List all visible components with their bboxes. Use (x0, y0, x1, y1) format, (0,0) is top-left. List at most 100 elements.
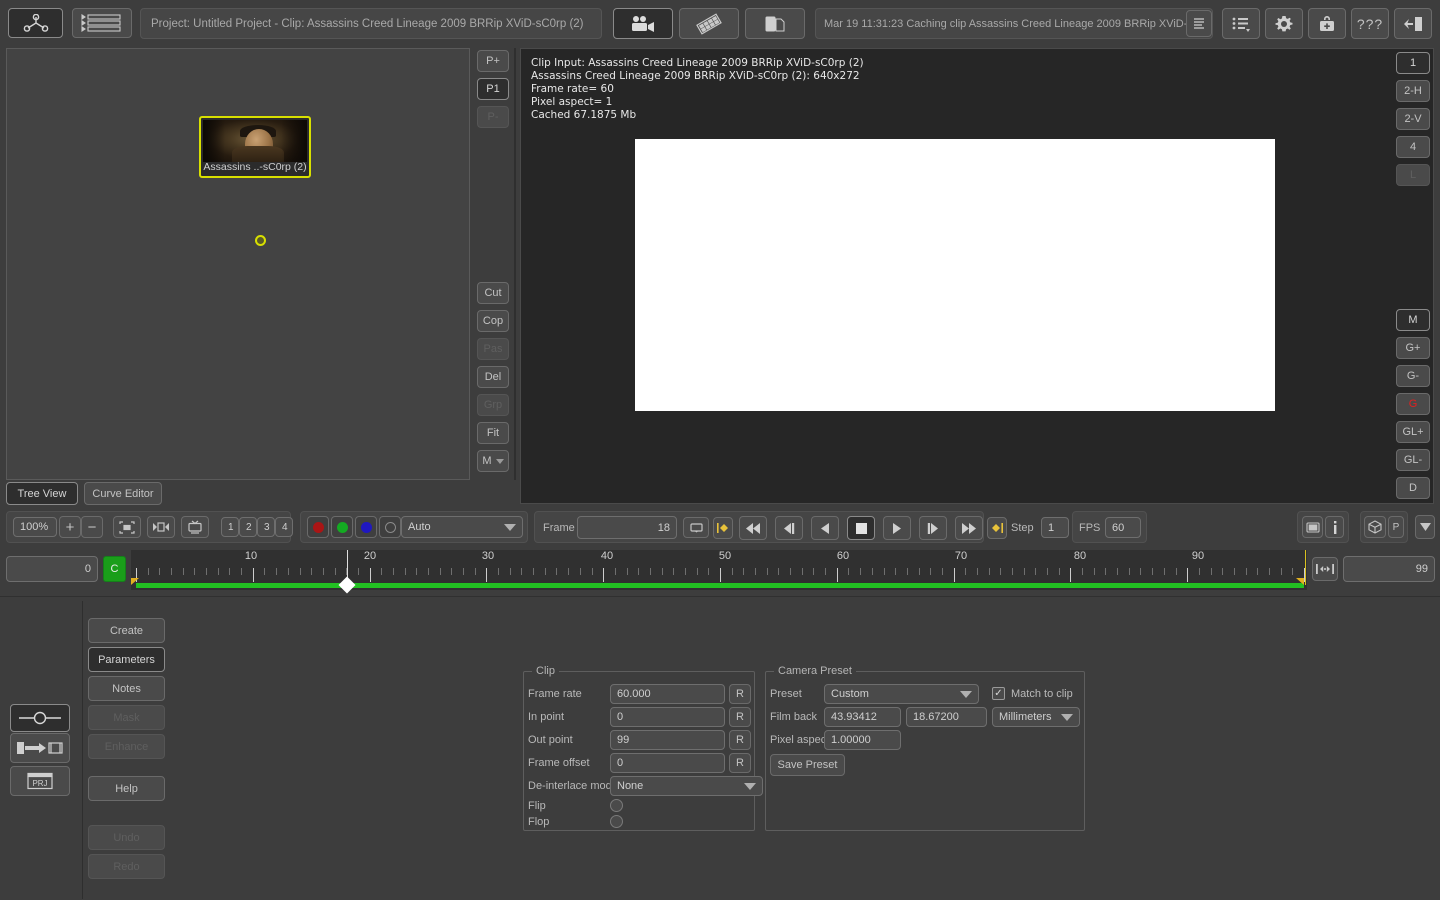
caret-down-icon[interactable] (1415, 515, 1435, 539)
channel-btn-glminus[interactable]: GL- (1396, 449, 1430, 471)
view-preset-3[interactable]: 3 (257, 517, 275, 537)
zoom-value[interactable]: 100% (13, 517, 57, 537)
cube-icon[interactable] (1364, 516, 1386, 538)
channel-btn-g-red[interactable]: G (1396, 393, 1430, 415)
channel-btn-gminus[interactable]: G- (1396, 365, 1430, 387)
auto-mode-select[interactable]: Auto (401, 516, 523, 538)
out-point-reset[interactable]: R (729, 730, 751, 750)
play-reverse-button[interactable] (811, 516, 839, 540)
bag-plus-icon[interactable] (1308, 8, 1346, 39)
project-slate-icon[interactable]: PRJ (10, 766, 70, 796)
frame-offset-reset[interactable]: R (729, 753, 751, 773)
frame-rate-reset[interactable]: R (729, 684, 751, 704)
frame-rate-input[interactable]: 60.000 (610, 684, 725, 704)
text-lines-icon[interactable] (1186, 10, 1212, 37)
key-left-icon[interactable] (713, 517, 733, 539)
tab-tree-view[interactable]: Tree View (6, 482, 78, 505)
channel-btn-glplus[interactable]: GL+ (1396, 421, 1430, 443)
node-btn-p-plus[interactable]: P+ (477, 50, 509, 72)
timeline-out-marker[interactable] (1296, 578, 1304, 585)
view-preset-4[interactable]: 4 (275, 517, 293, 537)
notes-button[interactable]: Notes (88, 676, 165, 701)
list-dropdown-icon[interactable] (1222, 8, 1260, 39)
film-back-units-select[interactable]: Millimeters (992, 707, 1080, 727)
layout-btn-1[interactable]: 1 (1396, 52, 1430, 74)
redo-button[interactable]: Redo (88, 854, 165, 879)
fps-input[interactable]: 60 (1105, 517, 1141, 538)
parameters-button[interactable]: Parameters (88, 647, 165, 672)
preset-select[interactable]: Custom (824, 684, 979, 704)
timeline-range-bar[interactable] (136, 583, 1304, 588)
node-btn-copy[interactable]: Cop (477, 310, 509, 332)
node-btn-more[interactable]: M (477, 450, 509, 472)
step-back-frame-button[interactable] (775, 516, 803, 540)
node-btn-delete[interactable]: Del (477, 366, 509, 388)
view-preset-1[interactable]: 1 (221, 517, 239, 537)
frame-offset-input[interactable]: 0 (610, 753, 725, 773)
node-graph-icon[interactable] (8, 8, 63, 38)
exit-door-icon[interactable] (1394, 8, 1432, 39)
zoom-in-button[interactable]: + (59, 516, 81, 538)
channel-btn-gplus[interactable]: G+ (1396, 337, 1430, 359)
transform-handle-icon[interactable] (10, 704, 70, 732)
pixel-aspect-input[interactable]: 1.00000 (824, 730, 901, 750)
monitor-icon[interactable] (181, 516, 209, 538)
flip-toggle[interactable] (610, 799, 623, 812)
view-preset-2[interactable]: 2 (239, 517, 257, 537)
film-strip-icon[interactable] (679, 8, 739, 39)
save-preset-button[interactable]: Save Preset (770, 754, 845, 776)
swatch-blue-channel[interactable] (355, 516, 377, 538)
skip-back-button[interactable] (739, 516, 767, 540)
layout-btn-l[interactable]: L (1396, 164, 1430, 186)
timeline-in-marker[interactable] (131, 578, 139, 585)
node-btn-p-minus[interactable]: P- (477, 106, 509, 128)
deinterlace-select[interactable]: None (610, 776, 763, 796)
channel-btn-m[interactable]: M (1396, 309, 1430, 331)
clip-to-film-icon[interactable] (10, 733, 70, 763)
timeline-in-input[interactable]: 0 (6, 556, 98, 582)
film-back-width-input[interactable]: 43.93412 (824, 707, 901, 727)
node-btn-paste[interactable]: Pas (477, 338, 509, 360)
help-button[interactable]: ??? (1351, 8, 1389, 39)
undo-button[interactable]: Undo (88, 825, 165, 850)
mask-button[interactable]: Mask (88, 705, 165, 730)
camera-icon[interactable] (613, 8, 673, 39)
flip-horizontal-icon[interactable] (147, 516, 175, 538)
node-btn-fit[interactable]: Fit (477, 422, 509, 444)
list-rows-icon[interactable] (72, 8, 132, 38)
stop-button[interactable] (847, 516, 875, 540)
in-point-reset[interactable]: R (729, 707, 751, 727)
tab-curve-editor[interactable]: Curve Editor (84, 482, 162, 505)
clip-node[interactable]: Assassins ..-sC0rp (2) (199, 116, 311, 178)
fit-frame-icon[interactable] (113, 516, 141, 538)
node-btn-cut[interactable]: Cut (477, 282, 509, 304)
tree-view-panel[interactable]: Assassins ..-sC0rp (2) (6, 48, 470, 480)
swatch-green-channel[interactable] (331, 516, 353, 538)
info-icon[interactable] (1325, 516, 1344, 538)
play-forward-button[interactable] (883, 516, 911, 540)
frame-input[interactable]: 18 (577, 516, 677, 539)
channel-btn-d[interactable]: D (1396, 477, 1430, 499)
swatch-alpha-channel[interactable] (379, 516, 401, 538)
flop-toggle[interactable] (610, 815, 623, 828)
enhance-button[interactable]: Enhance (88, 734, 165, 759)
key-right-icon[interactable] (987, 517, 1007, 539)
help-panel-button[interactable]: Help (88, 776, 165, 801)
step-input[interactable]: 1 (1041, 517, 1069, 538)
step-forward-frame-button[interactable] (919, 516, 947, 540)
zoom-out-button[interactable]: − (81, 516, 103, 538)
timeline-cache-button[interactable]: C (103, 556, 126, 582)
node-btn-group[interactable]: Grp (477, 394, 509, 416)
in-point-input[interactable]: 0 (610, 707, 725, 727)
viewer-panel[interactable]: Clip Input: Assassins Creed Lineage 2009… (520, 48, 1434, 504)
layout-btn-4[interactable]: 4 (1396, 136, 1430, 158)
layout-btn-2h[interactable]: 2-H (1396, 80, 1430, 102)
node-btn-p1[interactable]: P1 (477, 78, 509, 100)
timeline-out-input[interactable]: 99 (1343, 556, 1435, 582)
skip-forward-button[interactable] (955, 516, 983, 540)
gear-icon[interactable] (1265, 8, 1303, 39)
copy-pages-icon[interactable] (745, 8, 805, 39)
clip-node-connector[interactable] (255, 235, 266, 246)
out-point-input[interactable]: 99 (610, 730, 725, 750)
loop-icon[interactable] (683, 517, 709, 538)
